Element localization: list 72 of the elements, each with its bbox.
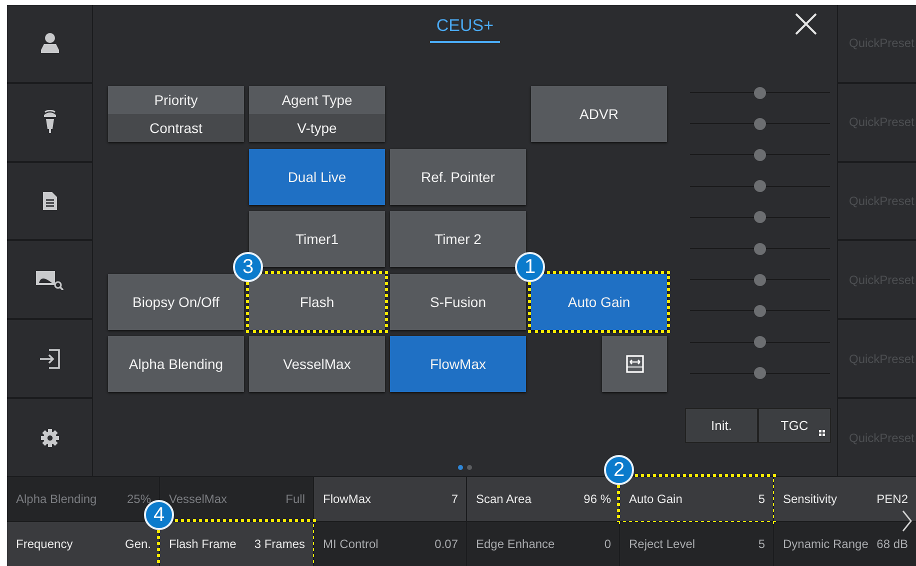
slider-thumb[interactable]: [754, 242, 766, 255]
document-icon[interactable]: [42, 192, 56, 210]
slider-thumb[interactable]: [754, 304, 766, 317]
parameter-cell[interactable]: MI Control 0.07: [314, 522, 466, 566]
parameter-value: 5: [758, 537, 765, 551]
parameter-cell[interactable]: Scan Area 96 %: [467, 477, 619, 521]
parameter-value: Full: [286, 492, 305, 506]
parameter-label: Auto Gain: [629, 492, 682, 506]
tgc-button[interactable]: Init.: [685, 408, 758, 443]
toggle-button[interactable]: Auto Gain: [531, 274, 667, 330]
dropdown-label: Agent Type: [249, 86, 385, 114]
toggle-button[interactable]: Timer 2: [390, 211, 526, 267]
parameter-label: Frequency: [16, 537, 73, 551]
toggle-button[interactable]: S-Fusion: [390, 274, 526, 330]
slider-thumb[interactable]: [754, 367, 766, 380]
dropdown-button[interactable]: Contrast: [108, 114, 244, 142]
toggle-button[interactable]: Flash: [249, 274, 385, 330]
width-button[interactable]: [602, 336, 667, 392]
slider-thumb[interactable]: [754, 180, 766, 192]
tgc-button[interactable]: TGC: [758, 408, 831, 443]
toggle-button[interactable]: Biopsy On/Off: [108, 274, 244, 330]
parameter-value: PEN2: [876, 492, 908, 506]
parameter-value: 0: [604, 537, 611, 551]
toggle-button[interactable]: Alpha Blending: [108, 336, 244, 392]
panel-tab[interactable]: CEUS+: [430, 16, 500, 43]
toggle-button[interactable]: Dual Live: [249, 148, 385, 204]
slider-thumb[interactable]: [754, 86, 766, 99]
slider-thumb[interactable]: [754, 118, 766, 130]
parameter-label: MI Control: [323, 537, 378, 551]
probe-icon[interactable]: [42, 110, 56, 134]
parameter-value: 0.07: [434, 537, 458, 551]
grid-icon: [819, 430, 825, 436]
parameter-label: Dynamic Range: [783, 537, 868, 551]
parameter-label: Flash Frame: [169, 537, 236, 551]
parameter-label: Scan Area: [476, 492, 532, 506]
parameter-value: 7: [451, 492, 458, 506]
toggle-button[interactable]: VesselMax: [249, 336, 385, 392]
page-dot[interactable]: [467, 465, 472, 470]
parameter-cell[interactable]: Frequency Gen.: [7, 522, 159, 566]
dropdown-button[interactable]: V-type: [249, 114, 385, 142]
parameter-cell[interactable]: Flash Frame 3 Frames: [160, 522, 313, 566]
close-icon[interactable]: [794, 12, 818, 36]
parameter-cell[interactable]: FlowMax 7: [314, 477, 466, 521]
person-icon[interactable]: [40, 32, 60, 54]
parameter-cell[interactable]: Sensitivity PEN2: [774, 477, 916, 521]
slider-thumb[interactable]: [754, 274, 766, 286]
parameter-label: Sensitivity: [783, 492, 838, 506]
parameter-cell[interactable]: Dynamic Range 68 dB: [774, 522, 916, 566]
parameter-label: Reject Level: [629, 537, 696, 551]
slider-thumb[interactable]: [754, 336, 766, 348]
parameter-label: FlowMax: [323, 492, 372, 506]
toggle-button[interactable]: FlowMax: [390, 336, 526, 392]
page-dot[interactable]: [458, 465, 463, 470]
parameter-value: 96 %: [584, 492, 611, 506]
parameter-cell[interactable]: Reject Level 5: [620, 522, 773, 566]
next-page-icon[interactable]: [902, 510, 912, 532]
parameter-label: Alpha Blending: [16, 492, 97, 506]
dropdown-label: Priority: [108, 86, 244, 114]
parameter-cell[interactable]: Auto Gain 5: [620, 477, 773, 521]
toggle-button[interactable]: Ref. Pointer: [390, 148, 526, 204]
parameter-label: Edge Enhance: [476, 537, 555, 551]
parameter-value: 5: [758, 492, 765, 506]
slider-thumb[interactable]: [754, 211, 766, 224]
slider-thumb[interactable]: [754, 148, 766, 161]
parameter-cell[interactable]: Edge Enhance 0: [467, 522, 619, 566]
parameter-value: 68 dB: [876, 537, 908, 551]
settings-icon[interactable]: [40, 428, 60, 448]
login-icon[interactable]: [38, 348, 60, 370]
toggle-button[interactable]: ADVR: [531, 86, 667, 142]
parameter-value: Gen.: [124, 537, 151, 551]
parameter-value: 3 Frames: [254, 537, 305, 551]
image-search-icon[interactable]: [36, 270, 64, 290]
